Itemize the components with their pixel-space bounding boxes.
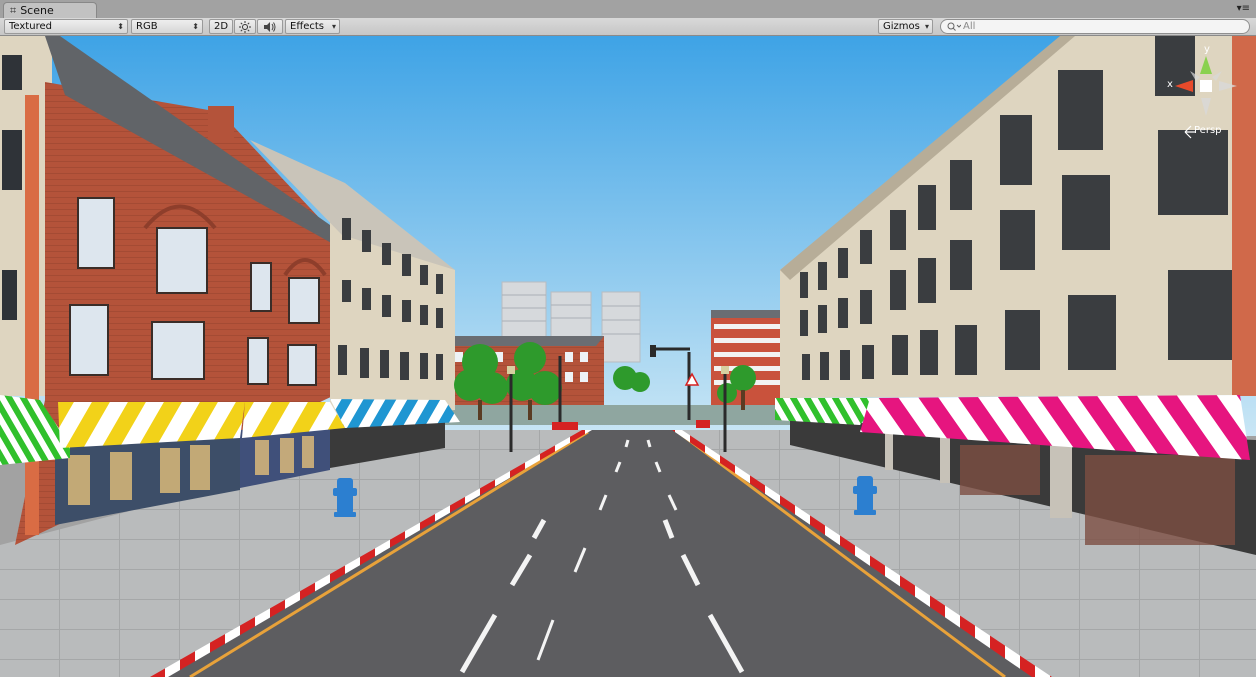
- gizmo-y-label: y: [1204, 44, 1210, 55]
- gizmos-label: Gizmos: [883, 21, 920, 32]
- dropdown-arrow-icon: ⬍: [192, 22, 199, 31]
- draw-mode-label: Textured: [9, 21, 52, 32]
- draw-mode-dropdown[interactable]: Textured ⬍: [4, 19, 128, 34]
- tab-scene-label: Scene: [20, 4, 54, 17]
- scene-grid-icon: ⌗: [10, 3, 17, 17]
- sun-icon: [239, 20, 251, 33]
- tab-bar: ⌗ Scene ▾≡: [0, 0, 1256, 18]
- speaker-icon: [264, 21, 276, 32]
- tab-scene[interactable]: ⌗ Scene: [3, 2, 97, 18]
- mode-2d-label: 2D: [214, 21, 229, 32]
- city-street-render: [0, 36, 1256, 677]
- search-icon: [947, 22, 961, 31]
- effects-arrow-icon: ▾: [331, 22, 336, 31]
- mode-2d-toggle[interactable]: 2D: [209, 19, 233, 34]
- render-mode-label: RGB: [136, 21, 158, 32]
- scene-toolbar: Textured ⬍ RGB ⬍ 2D Effects ▾ Gizmos ▾ A…: [0, 18, 1256, 36]
- gizmo-x-label: x: [1167, 79, 1173, 90]
- dropdown-arrow-icon: ⬍: [117, 22, 124, 31]
- lighting-toggle[interactable]: [234, 19, 256, 34]
- scene-viewport[interactable]: y x Persp: [0, 36, 1256, 677]
- panel-menu-icon[interactable]: ▾≡: [1237, 3, 1250, 14]
- render-mode-dropdown[interactable]: RGB ⬍: [131, 19, 203, 34]
- gizmos-dropdown[interactable]: Gizmos ▾: [878, 19, 933, 34]
- audio-toggle[interactable]: [257, 19, 283, 34]
- gizmos-arrow-icon: ▾: [924, 22, 929, 31]
- effects-label: Effects: [290, 21, 324, 32]
- scene-search-input[interactable]: All: [940, 19, 1250, 34]
- orientation-gizmo[interactable]: y x Persp: [1165, 44, 1245, 141]
- gizmo-persp-label[interactable]: Persp: [1194, 125, 1222, 136]
- effects-dropdown[interactable]: Effects ▾: [285, 19, 340, 34]
- search-placeholder: All: [963, 21, 976, 32]
